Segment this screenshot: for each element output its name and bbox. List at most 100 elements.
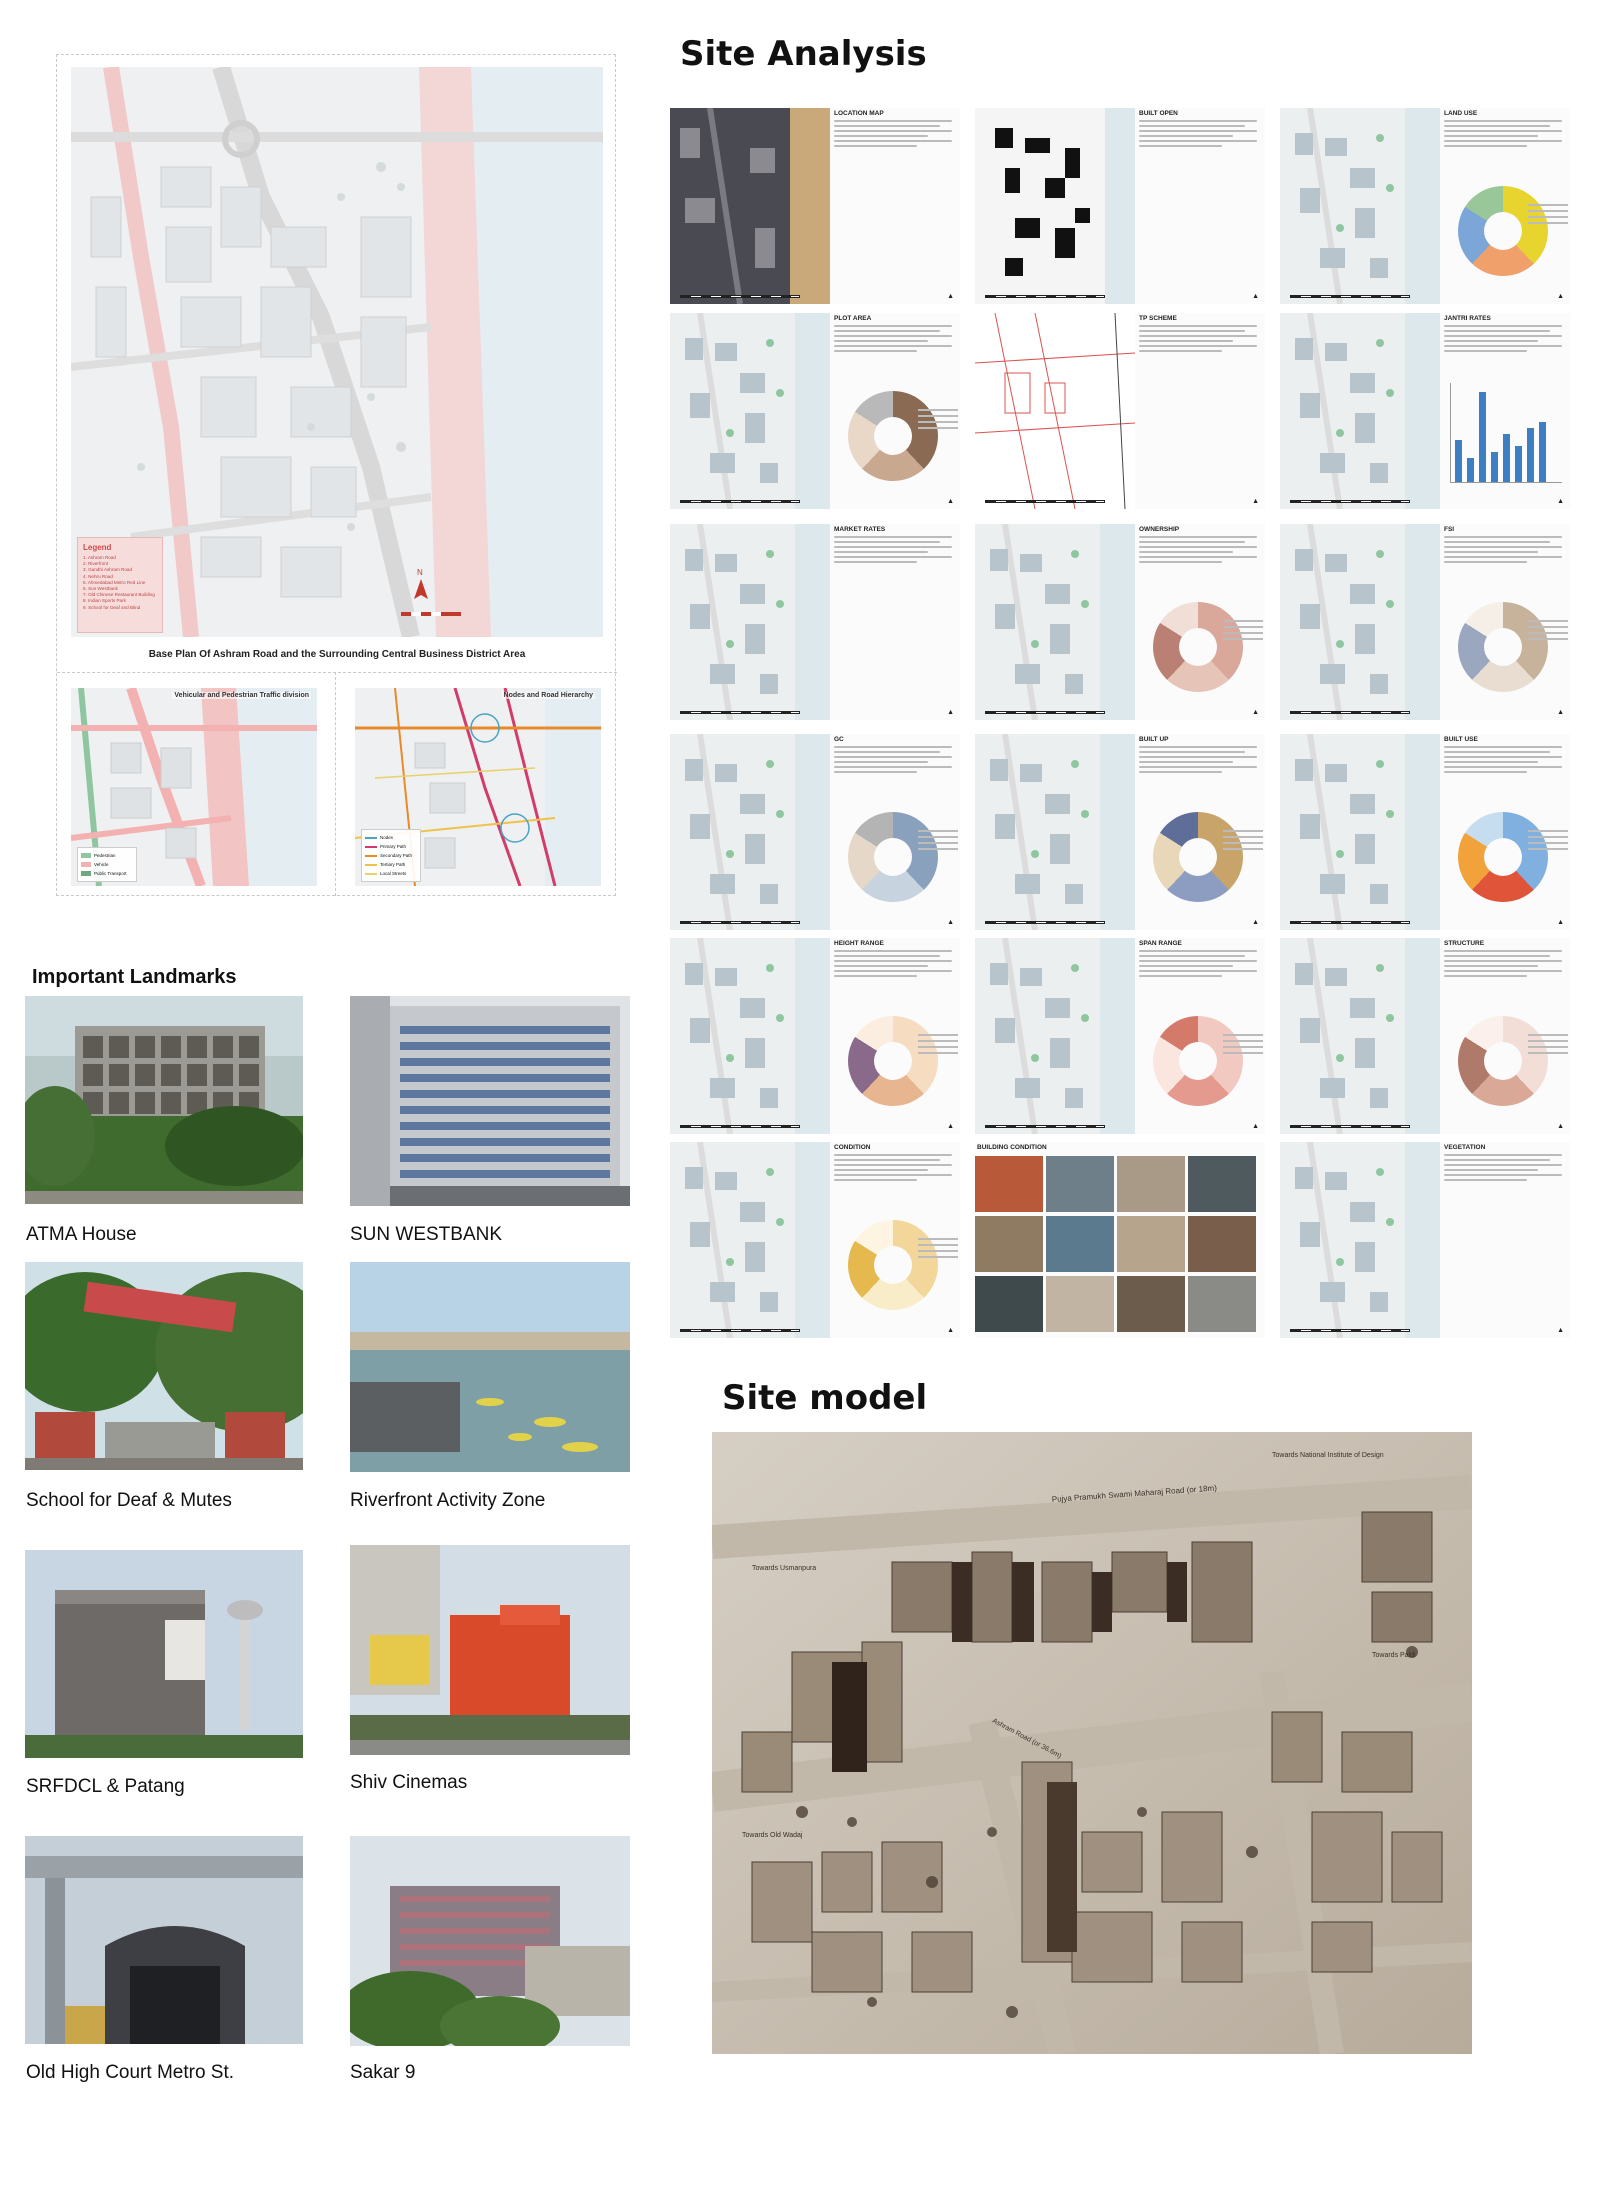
divider: [335, 672, 336, 896]
shiv-cinemas-photo[interactable]: [350, 1545, 630, 1755]
thematic-map: [670, 734, 830, 930]
donut-chart: [1153, 812, 1243, 902]
north-icon: ▲: [1252, 709, 1259, 716]
panel-title: BUILDING CONDITION: [977, 1144, 1047, 1151]
analysis-panel[interactable]: LAND USE ▲: [1280, 108, 1570, 304]
legend-label: Primary Path: [380, 844, 407, 849]
road-hierarchy-map[interactable]: Nodes and Road Hierarchy Nodes Primary P…: [355, 688, 601, 886]
panel-text: [1139, 746, 1257, 806]
north-icon: ▲: [947, 1123, 954, 1130]
analysis-panel[interactable]: BUILT OPEN ▲: [975, 108, 1265, 304]
analysis-panel[interactable]: CONDITION ▲: [670, 1142, 960, 1338]
analysis-panel[interactable]: BUILT USE ▲: [1280, 734, 1570, 930]
analysis-panel[interactable]: OWNERSHIP ▲: [975, 524, 1265, 720]
condition-photo: [1188, 1276, 1256, 1332]
analysis-panel[interactable]: BUILDING CONDITION: [975, 1142, 1265, 1338]
panel-title: PLOT AREA: [834, 315, 872, 322]
swatch: [365, 854, 377, 857]
panel-title: LOCATION MAP: [834, 110, 884, 117]
landmark-label: School for Deaf & Mutes: [26, 1490, 232, 1511]
analysis-panel[interactable]: GC ▲: [670, 734, 960, 930]
landmark-label: SUN WESTBANK: [350, 1224, 503, 1245]
scale-bar: [1290, 500, 1410, 503]
metro-station-photo[interactable]: [25, 1836, 303, 2044]
panel-text: [834, 536, 952, 596]
panel-title: VEGETATION: [1444, 1144, 1486, 1151]
school-deaf-photo[interactable]: [25, 1262, 303, 1470]
site-analysis-title: Site Analysis: [680, 34, 927, 74]
svg-text:N: N: [417, 568, 423, 577]
thematic-map: [975, 938, 1135, 1134]
donut-chart: [1458, 602, 1548, 692]
scale-bar: [1290, 295, 1410, 298]
sun-westbank-photo[interactable]: [350, 996, 630, 1206]
donut-legend: [918, 1034, 958, 1058]
scale-bar: [1290, 1329, 1410, 1332]
riverfront-photo[interactable]: [350, 1262, 630, 1472]
panel-text: [1139, 325, 1257, 385]
bar: [1515, 446, 1522, 482]
panel-map: [975, 313, 1135, 509]
analysis-panel[interactable]: HEIGHT RANGE ▲: [670, 938, 960, 1134]
srfdcl-patang-photo[interactable]: [25, 1550, 303, 1758]
donut-chart: [1458, 812, 1548, 902]
thematic-map: [670, 1142, 830, 1338]
analysis-panel[interactable]: VEGETATION ▲: [1280, 1142, 1570, 1338]
base-plan-map[interactable]: N Legend 1. Ashram Road 2. Riverfront 3.…: [71, 67, 603, 637]
panel-map: [670, 938, 830, 1134]
panel-text: [834, 1154, 952, 1214]
traffic-legend: Pedestrian Vehicle Public Transport: [77, 847, 137, 882]
north-icon: ▲: [1557, 1123, 1564, 1130]
panel-text: [1139, 536, 1257, 596]
analysis-panel[interactable]: PLOT AREA ▲: [670, 313, 960, 509]
donut-legend: [1528, 620, 1568, 644]
panel-map: [975, 938, 1135, 1134]
panel-map: [975, 524, 1135, 720]
bar: [1479, 392, 1486, 482]
north-icon: ▲: [947, 498, 954, 505]
model-road-label: Towards Old Wadaj: [742, 1832, 803, 1839]
legend-label: Local Streets: [380, 871, 407, 876]
bar: [1503, 434, 1510, 482]
legend-item: 9. School for Deaf and Blind: [83, 604, 141, 610]
analysis-panel[interactable]: JANTRI RATES ▲: [1280, 313, 1570, 509]
north-icon: ▲: [1557, 1327, 1564, 1334]
landmark-label: Sakar 9: [350, 2062, 416, 2083]
atma-house-photo[interactable]: [25, 996, 303, 1204]
scale-bar: [680, 921, 800, 924]
north-icon: ▲: [1557, 293, 1564, 300]
sakar-9-photo[interactable]: [350, 1836, 630, 2046]
landmark-label: SRFDCL & Patang: [26, 1776, 185, 1797]
panel-text: [834, 325, 952, 385]
analysis-panel[interactable]: SPAN RANGE ▲: [975, 938, 1265, 1134]
thematic-map: [670, 313, 830, 509]
north-icon: ▲: [947, 919, 954, 926]
north-icon: ▲: [947, 293, 954, 300]
analysis-panel[interactable]: FSI ▲: [1280, 524, 1570, 720]
analysis-panel[interactable]: LOCATION MAP ▲: [670, 108, 960, 304]
panel-map: [975, 108, 1135, 304]
analysis-panel[interactable]: TP SCHEME ▲: [975, 313, 1265, 509]
legend-item: Tertiary Path: [365, 860, 417, 869]
scale-bar: [985, 500, 1105, 503]
swatch: [365, 836, 377, 839]
panel-title: JANTRI RATES: [1444, 315, 1491, 322]
analysis-panel[interactable]: MARKET RATES ▲: [670, 524, 960, 720]
condition-photo: [1117, 1156, 1185, 1212]
photo-drawing: [350, 1836, 630, 2046]
panel-title: BUILT USE: [1444, 736, 1478, 743]
panel-title: OWNERSHIP: [1139, 526, 1180, 533]
divider: [57, 672, 617, 673]
condition-photo: [1046, 1156, 1114, 1212]
site-model-photo[interactable]: Pujya Pramukh Swami Maharaj Road (or 18m…: [712, 1432, 1472, 2054]
swatch: [81, 862, 91, 867]
analysis-panel[interactable]: STRUCTURE ▲: [1280, 938, 1570, 1134]
traffic-division-map[interactable]: Vehicular and Pedestrian Traffic divisio…: [71, 688, 317, 886]
donut-chart: [1458, 186, 1548, 276]
photo-drawing: [25, 1262, 303, 1470]
analysis-panel[interactable]: BUILT UP ▲: [975, 734, 1265, 930]
panel-map: [975, 734, 1135, 930]
panel-title: LAND USE: [1444, 110, 1478, 117]
swatch: [365, 872, 377, 875]
scale-bar: [680, 711, 800, 714]
